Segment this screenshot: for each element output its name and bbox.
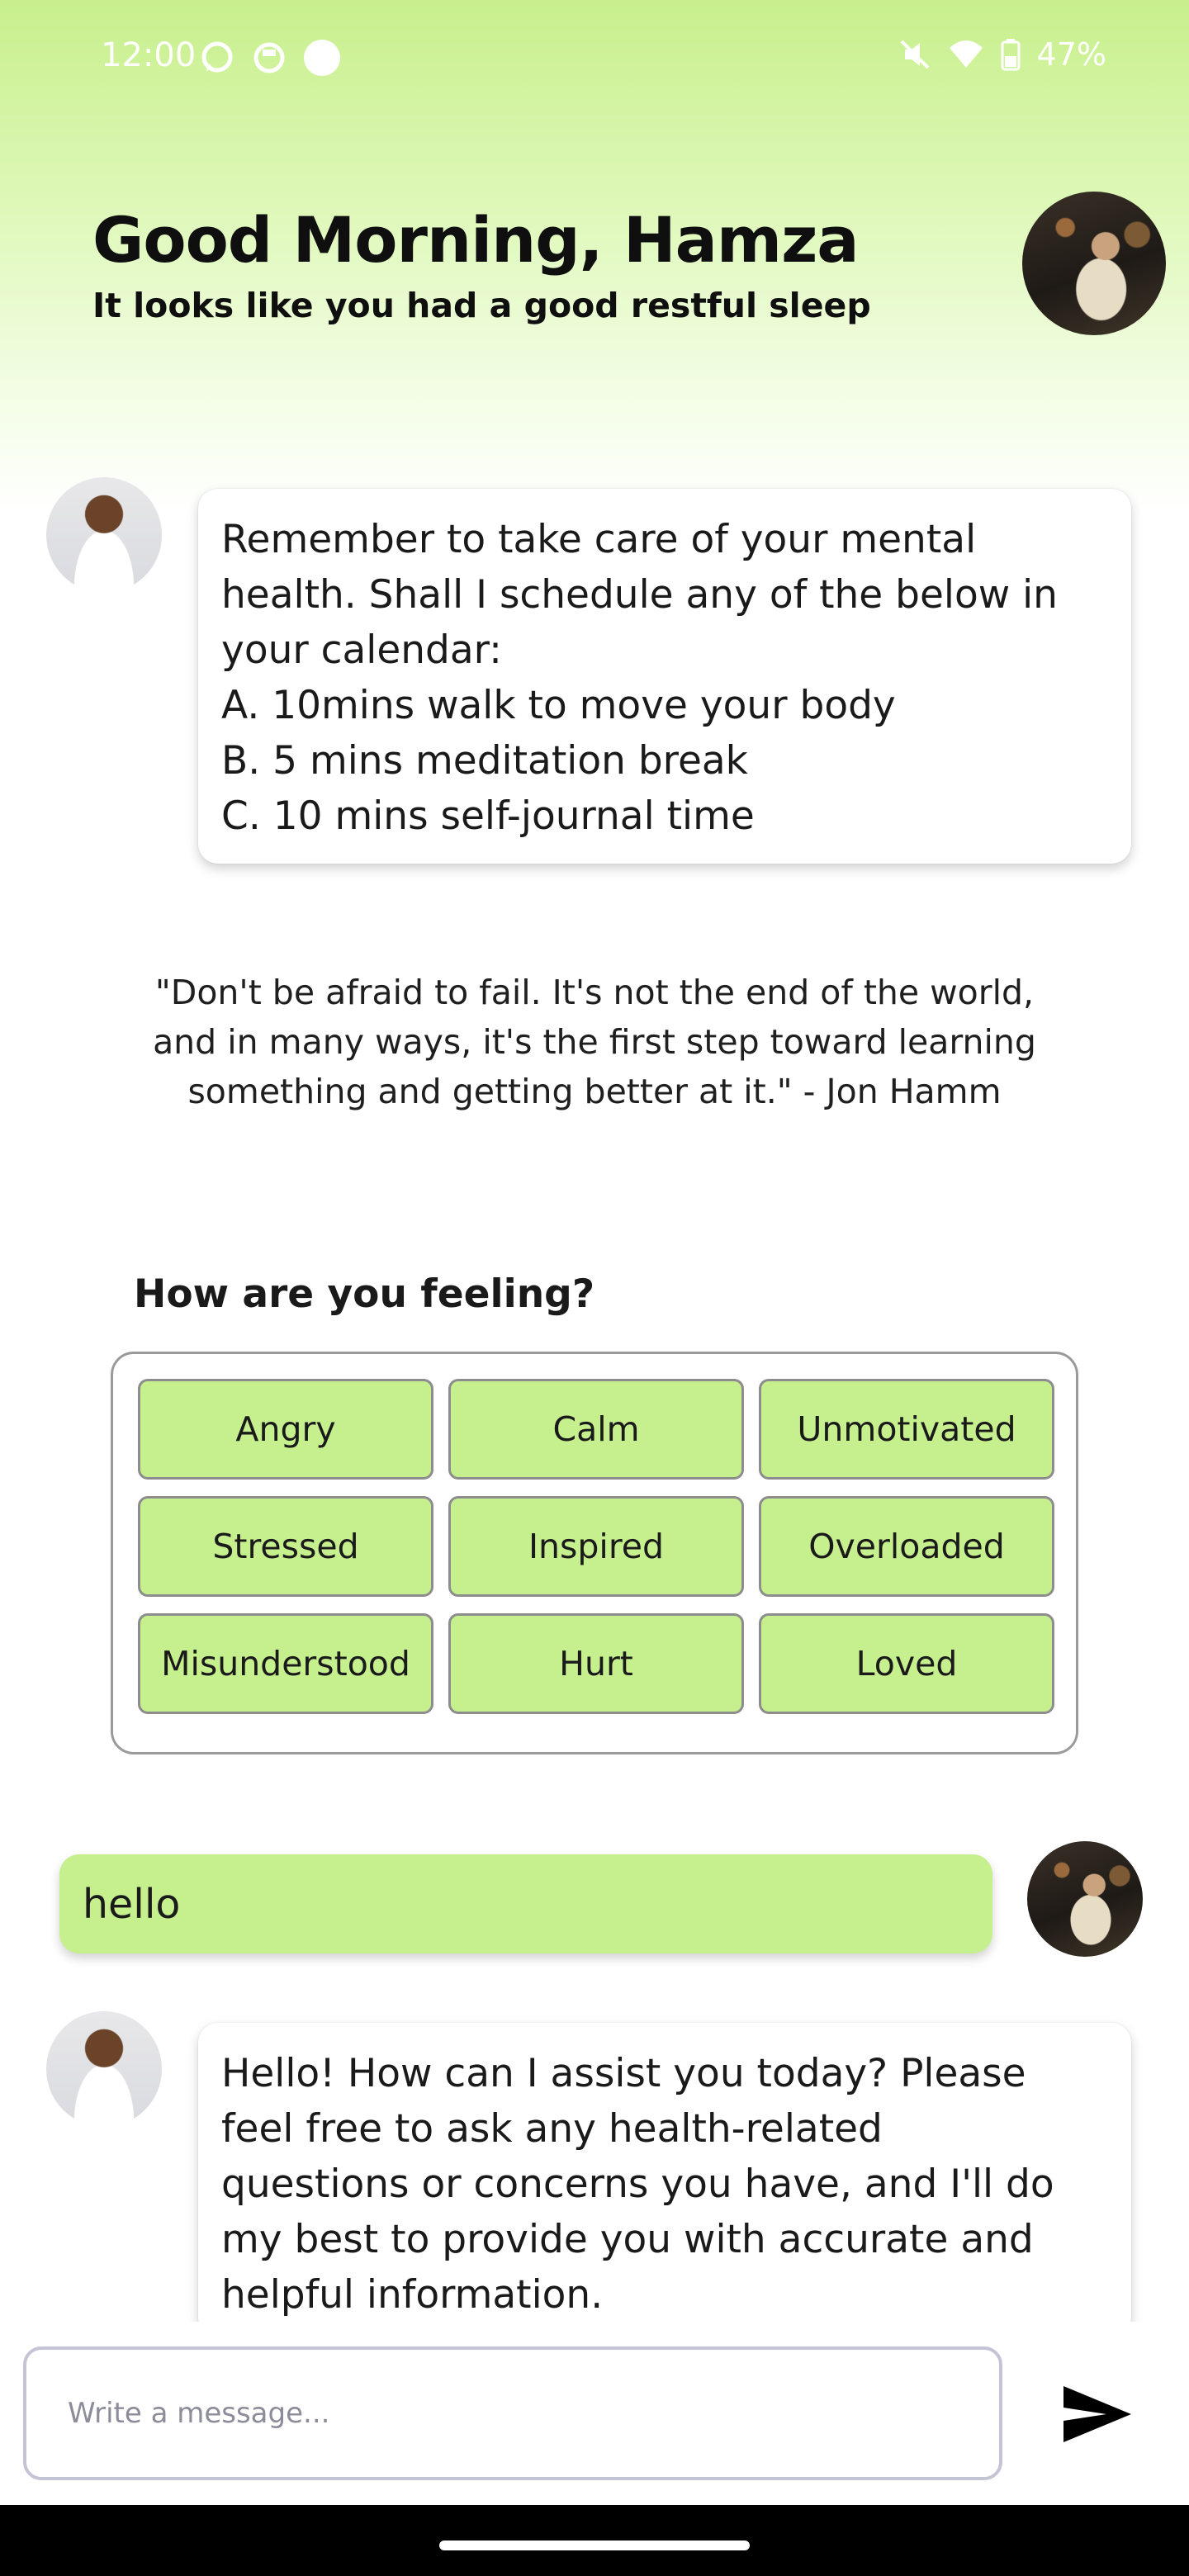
user-message-avatar: [1027, 1841, 1143, 1957]
quote-line: "Don't be afraid to fail. It's not the e…: [154, 973, 1035, 1012]
feelings-title: How are you feeling?: [134, 1271, 595, 1317]
battery-icon: [1001, 39, 1021, 71]
user-avatar[interactable]: [1022, 192, 1166, 335]
battery-percent: 47%: [1036, 36, 1106, 73]
mood-selector: Angry Calm Unmotivated Stressed Inspired…: [111, 1352, 1078, 1754]
mood-button-angry[interactable]: Angry: [138, 1379, 433, 1480]
send-icon: [1063, 2386, 1131, 2442]
user-message: hello: [59, 1854, 992, 1953]
whatsapp-icon: [201, 41, 233, 73]
message-line: my best to provide you with accurate and: [221, 2217, 1034, 2262]
dot-icon: [304, 40, 340, 76]
mood-button-hurt[interactable]: Hurt: [448, 1613, 744, 1714]
message-line: helpful information.: [221, 2272, 604, 2318]
mute-icon: [900, 40, 929, 69]
quote-line: something and getting better at it." - J…: [187, 1072, 1002, 1111]
message-input[interactable]: [23, 2346, 1002, 2480]
status-bar: 12:00 47%: [0, 0, 1189, 119]
message-line: questions or concerns you have, and I'll…: [221, 2162, 1054, 2207]
mood-button-misunderstood[interactable]: Misunderstood: [138, 1613, 433, 1714]
assistant-message: Remember to take care of your mental hea…: [198, 489, 1131, 864]
send-button[interactable]: [1060, 2381, 1135, 2447]
quote-line: and in many ways, it's the first step to…: [153, 1022, 1036, 1062]
message-line: Hello! How can I assist you today? Pleas…: [221, 2051, 1026, 2096]
message-line: A. 10mins walk to move your body: [221, 683, 896, 728]
message-line: C. 10 mins self-journal time: [221, 793, 755, 839]
message-line: Remember to take care of your mental: [221, 517, 977, 562]
assistant-avatar: [46, 2011, 162, 2127]
mood-button-stressed[interactable]: Stressed: [138, 1496, 433, 1597]
mood-button-inspired[interactable]: Inspired: [448, 1496, 744, 1597]
home-gesture-handle[interactable]: [439, 2540, 750, 2550]
greeting-subtitle: It looks like you had a good restful sle…: [92, 286, 871, 325]
daily-quote: "Don't be afraid to fail. It's not the e…: [116, 968, 1073, 1116]
assistant-message: Hello! How can I assist you today? Pleas…: [198, 2023, 1131, 2337]
mood-button-loved[interactable]: Loved: [759, 1613, 1054, 1714]
message-line: your calendar:: [221, 627, 502, 673]
message-line: feel free to ask any health-related: [221, 2106, 883, 2152]
user-message-text: hello: [83, 1880, 181, 1928]
mood-button-unmotivated[interactable]: Unmotivated: [759, 1379, 1054, 1480]
wifi-icon: [949, 40, 983, 68]
greeting-title: Good Morning, Hamza: [92, 203, 860, 277]
mood-button-overloaded[interactable]: Overloaded: [759, 1496, 1054, 1597]
message-line: B. 5 mins meditation break: [221, 738, 748, 784]
message-line: health. Shall I schedule any of the belo…: [221, 572, 1058, 618]
mood-button-calm[interactable]: Calm: [448, 1379, 744, 1480]
status-time: 12:00: [101, 36, 197, 74]
app-icon: [253, 42, 285, 73]
assistant-avatar: [46, 477, 162, 593]
